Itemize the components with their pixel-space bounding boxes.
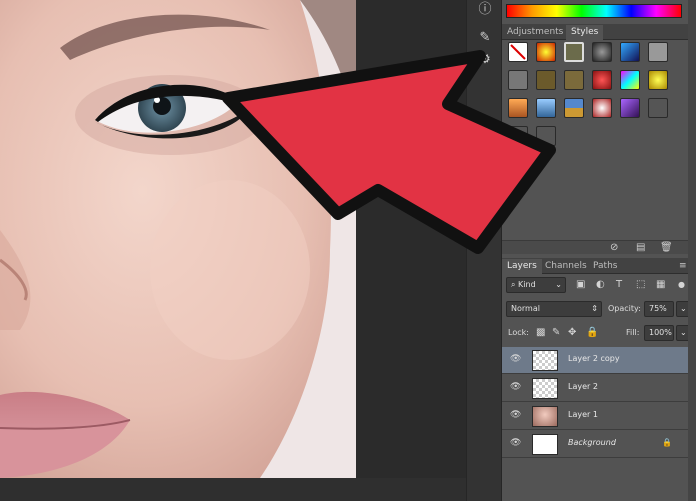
face-photo (0, 0, 356, 478)
layer-thumbnail (532, 434, 558, 455)
tab-channels[interactable]: Channels (540, 259, 592, 274)
style-swatch[interactable] (564, 42, 584, 62)
style-swatch[interactable] (592, 70, 612, 90)
filter-kind-select[interactable]: ⌕ Kind ⌄ (506, 277, 566, 293)
search-icon: ⌕ (511, 280, 519, 289)
chevron-down-icon: ⌄ (555, 280, 562, 289)
panels-column: Adjustments Styles ⊘ ▤ 🗑 Layers Channels… (502, 0, 696, 501)
style-swatch[interactable] (536, 98, 556, 118)
lock-transparent-icon[interactable]: ▩ (536, 326, 545, 340)
style-swatch[interactable] (620, 42, 640, 62)
style-swatch[interactable] (508, 126, 528, 146)
filter-adjustment-icon[interactable]: ◐ (596, 278, 605, 292)
tab-adjustments[interactable]: Adjustments (502, 25, 568, 40)
fill-input[interactable]: 100% (644, 325, 674, 341)
styles-footer: ⊘ ▤ 🗑 (502, 240, 696, 254)
filter-kind-label: Kind (518, 280, 536, 289)
lock-all-icon[interactable]: 🔒 (586, 326, 598, 340)
photoshop-window: ⓘ ✎ ⚙ Adjustments Styles ⊘ ▤ 🗑 Layers Ch… (0, 0, 696, 501)
layer-row[interactable]: 👁 Layer 2 (502, 375, 696, 402)
opacity-input[interactable]: 75% (644, 301, 674, 317)
style-swatch[interactable] (536, 126, 556, 146)
style-swatch[interactable] (564, 70, 584, 90)
lock-position-icon[interactable]: ✥ (568, 326, 576, 340)
style-swatch[interactable] (620, 70, 640, 90)
fill-label: Fill: (626, 328, 640, 337)
style-swatch[interactable] (508, 98, 528, 118)
layer-row[interactable]: 👁 Layer 1 (502, 403, 696, 430)
style-swatch[interactable] (564, 98, 584, 118)
lock-row: Lock: ▩ ✎ ✥ 🔒 Fill: 100% ⌄ (502, 324, 696, 342)
style-swatch[interactable] (536, 42, 556, 62)
tab-layers[interactable]: Layers (502, 259, 542, 274)
style-swatch[interactable] (508, 70, 528, 90)
style-swatch[interactable] (592, 98, 612, 118)
layers-tabbar: Layers Channels Paths ≡ (502, 258, 696, 274)
adjustments-tabbar: Adjustments Styles (502, 24, 696, 40)
eye-icon[interactable]: 👁 (510, 410, 521, 420)
clear-style-icon[interactable]: ⊘ (610, 242, 618, 253)
style-swatch[interactable] (592, 42, 612, 62)
canvas-pasteboard (356, 0, 466, 501)
blend-mode-value: Normal (511, 304, 540, 313)
layer-filter-row: ⌕ Kind ⌄ ▣ ◐ T ⬚ ▦ ● (502, 276, 696, 294)
new-style-icon[interactable]: ▤ (636, 242, 645, 253)
eye-icon[interactable]: 👁 (510, 382, 521, 392)
filter-smart-object-icon[interactable]: ▦ (656, 278, 665, 292)
style-swatch[interactable] (648, 98, 668, 118)
lock-icon: 🔒 (662, 438, 672, 447)
status-bar (0, 478, 466, 501)
tab-paths[interactable]: Paths (588, 259, 622, 274)
clone-source-icon[interactable]: ⚙ (475, 50, 495, 70)
delete-icon[interactable]: 🗑 (660, 242, 673, 253)
layer-thumbnail (532, 406, 558, 427)
layer-row[interactable]: 👁 Background 🔒 (502, 431, 696, 458)
blend-row: Normal ⇕ Opacity: 75% ⌄ (502, 300, 696, 318)
color-spectrum[interactable] (506, 4, 682, 18)
layer-name[interactable]: Layer 1 (568, 410, 598, 419)
document-canvas[interactable] (0, 0, 356, 478)
filter-toggle-icon[interactable]: ● (678, 278, 685, 292)
style-none-swatch[interactable] (508, 42, 528, 62)
layer-thumbnail (532, 378, 558, 399)
eye-icon[interactable]: 👁 (510, 354, 521, 364)
tab-styles[interactable]: Styles (566, 25, 604, 40)
style-swatch[interactable] (648, 70, 668, 90)
layer-name[interactable]: Background (568, 438, 616, 447)
layer-name[interactable]: Layer 2 (568, 382, 598, 391)
style-swatch[interactable] (536, 70, 556, 90)
style-swatch[interactable] (648, 42, 668, 62)
info-icon[interactable]: ⓘ (475, 0, 495, 20)
blend-mode-select[interactable]: Normal ⇕ (506, 301, 602, 317)
lock-pixels-icon[interactable]: ✎ (552, 326, 560, 340)
panel-scrollbar[interactable] (688, 0, 696, 501)
lock-label: Lock: (508, 328, 529, 337)
layer-thumbnail (532, 350, 558, 371)
chevron-down-icon: ⇕ (591, 304, 598, 313)
eye-icon[interactable]: 👁 (510, 438, 521, 448)
brush-preset-icon[interactable]: ✎ (475, 28, 495, 48)
style-swatch[interactable] (620, 98, 640, 118)
filter-pixel-icon[interactable]: ▣ (576, 278, 585, 292)
filter-shape-icon[interactable]: ⬚ (636, 278, 645, 292)
opacity-label: Opacity: (608, 304, 641, 313)
layer-row[interactable]: 👁 Layer 2 copy (502, 347, 696, 374)
filter-type-icon[interactable]: T (616, 278, 622, 292)
tool-column: ⓘ ✎ ⚙ (466, 0, 502, 501)
layer-name[interactable]: Layer 2 copy (568, 354, 620, 363)
